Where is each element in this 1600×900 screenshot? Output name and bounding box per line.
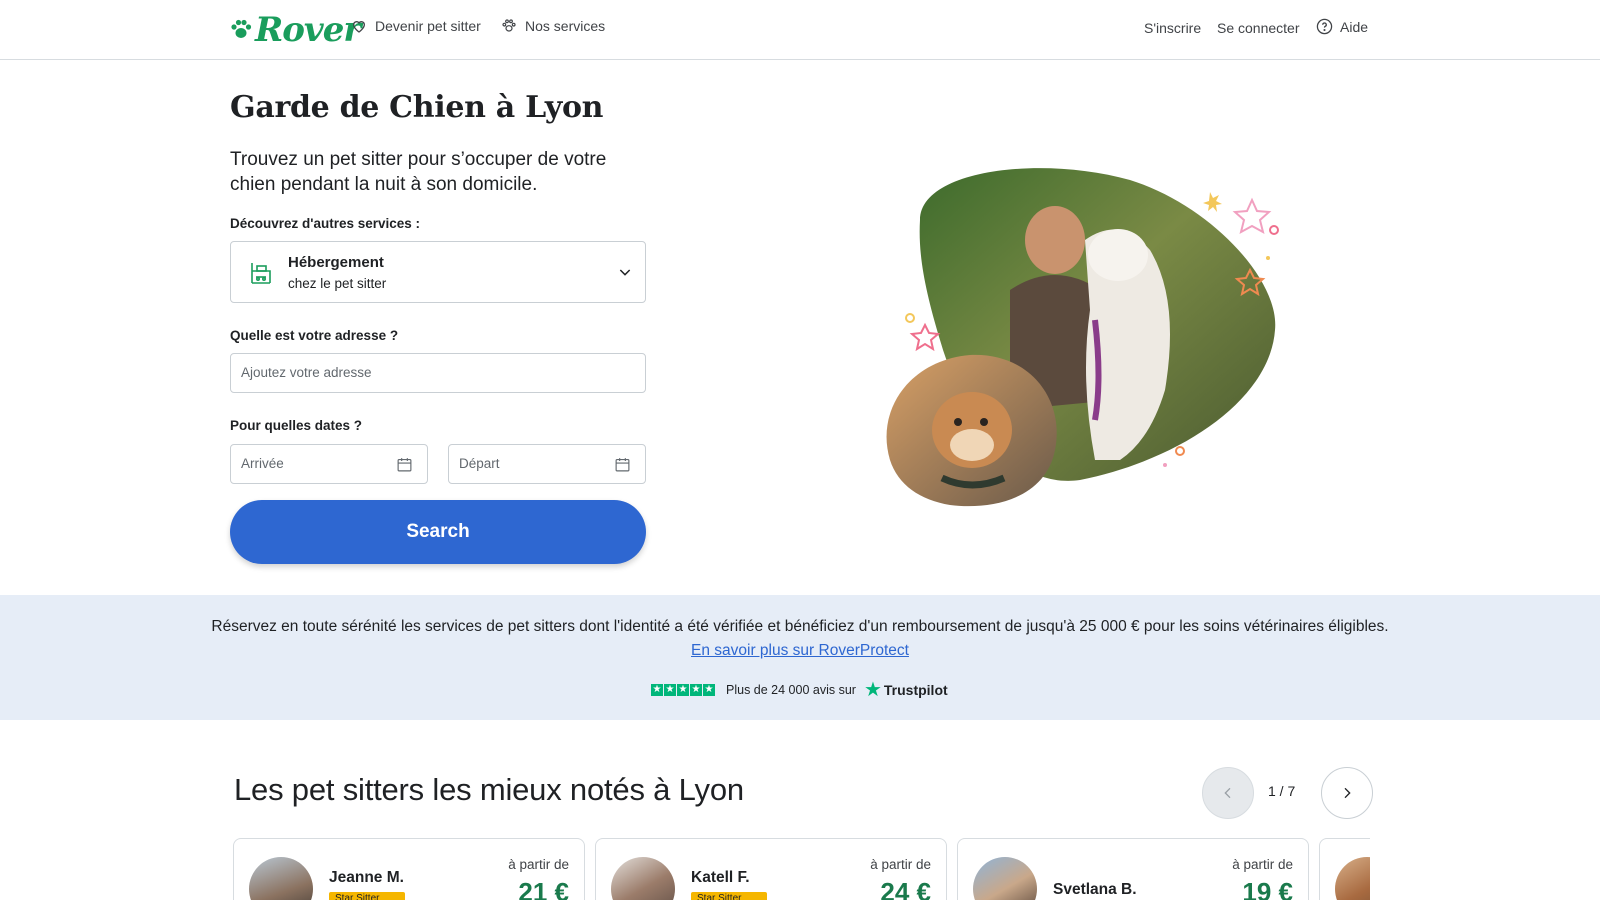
help-icon — [1316, 18, 1333, 35]
login-link[interactable]: Se connecter — [1217, 20, 1300, 36]
paw-icon — [502, 19, 516, 32]
service-name: Hébergement — [288, 254, 384, 271]
signup-link[interactable]: S'inscrire — [1144, 20, 1201, 36]
nav-become-sitter-label: Devenir pet sitter — [375, 18, 481, 34]
carousel-page-indicator: 1 / 7 — [1268, 783, 1296, 799]
chevron-right-icon — [1344, 787, 1351, 799]
sitter-name: Katell F. — [691, 869, 750, 886]
departure-placeholder: Départ — [459, 456, 500, 471]
sitter-card[interactable]: Katell F. Star Sitter à partir de 24 € — [595, 838, 947, 900]
hero-subtitle: Trouvez un pet sitter pour s’occuper de … — [230, 149, 607, 195]
calendar-icon — [397, 458, 412, 472]
star-sitter-badge: Star Sitter — [329, 892, 405, 900]
price-from-label: à partir de — [870, 857, 931, 872]
service-dropdown[interactable]: Hébergement chez le pet sitter — [230, 241, 646, 303]
service-desc: chez le pet sitter — [288, 276, 387, 291]
calendar-icon — [615, 458, 630, 472]
sitter-card[interactable]: Jeanne M. Star Sitter à partir de 21 € — [233, 838, 585, 900]
boarding-icon — [251, 263, 271, 284]
protect-text: Réservez en toute sérénité les services … — [211, 618, 1389, 635]
heart-icon — [352, 21, 366, 33]
price-from-label: à partir de — [1232, 857, 1293, 872]
carousel-next-button[interactable] — [1321, 767, 1373, 819]
sitter-card[interactable]: Svetlana B. à partir de 19 € — [957, 838, 1309, 900]
arrival-date-input[interactable]: Arrivée — [230, 444, 428, 484]
sitter-card[interactable] — [1319, 838, 1370, 900]
services-label: Découvrez d'autres services : — [230, 216, 421, 231]
trustpilot-reviews-text: Plus de 24 000 avis sur — [726, 682, 856, 697]
paw-logo-icon — [231, 19, 252, 38]
avatar — [1335, 857, 1370, 900]
rover-logo[interactable]: Rover — [229, 10, 361, 50]
carousel-prev-button[interactable] — [1202, 767, 1254, 819]
chevron-left-icon — [1224, 787, 1231, 799]
avatar — [973, 857, 1037, 900]
sitter-name: Svetlana B. — [1053, 881, 1137, 898]
rover-protect-banner: Réservez en toute sérénité les services … — [0, 595, 1600, 720]
address-label: Quelle est votre adresse ? — [230, 328, 399, 343]
trustpilot-rating[interactable]: ★ ★ ★ ★ ★ Plus de 24 000 avis sur ★ Trustpil… — [651, 677, 948, 702]
price-from-label: à partir de — [508, 857, 569, 872]
hero-illustration — [886, 168, 1279, 507]
sitter-name: Jeanne M. — [329, 869, 404, 886]
rover-protect-link[interactable]: En savoir plus sur RoverProtect — [691, 642, 909, 659]
avatar — [611, 857, 675, 900]
address-placeholder: Ajoutez votre adresse — [241, 365, 372, 380]
departure-date-input[interactable]: Départ — [448, 444, 646, 484]
address-input[interactable]: Ajoutez votre adresse — [230, 353, 646, 393]
trustpilot-logo: ★ Trustpilot — [864, 677, 948, 702]
trustpilot-star-icon: ★ — [863, 679, 882, 701]
nav-services-label: Nos services — [525, 18, 606, 34]
nav-services[interactable]: Nos services — [501, 18, 605, 34]
sitter-card-clip — [1319, 838, 1370, 900]
trustpilot-brand: Trustpilot — [883, 681, 948, 698]
dates-label: Pour quelles dates ? — [230, 418, 363, 433]
help-link[interactable]: Aide — [1316, 18, 1368, 35]
chevron-down-icon — [619, 269, 631, 276]
protect-text-block: Réservez en toute sérénité les services … — [200, 615, 1400, 663]
sitter-price: 24 € — [880, 877, 931, 900]
nav-become-sitter[interactable]: Devenir pet sitter — [351, 18, 481, 34]
sitters-title: Les pet sitters les mieux notés à Lyon — [234, 772, 744, 807]
help-label: Aide — [1340, 18, 1369, 35]
sitter-price: 19 € — [1242, 877, 1293, 900]
search-button[interactable]: Search — [230, 500, 646, 564]
sitter-price: 21 € — [518, 877, 569, 900]
trustpilot-stars-icon: ★ ★ ★ ★ ★ — [651, 683, 715, 696]
avatar — [249, 857, 313, 900]
page-title: Garde de Chien à Lyon — [230, 90, 604, 125]
logo-text: Rover — [255, 10, 361, 50]
star-sitter-badge: Star Sitter — [691, 892, 767, 900]
top-header: Rover Devenir pet sitter Nos services S'… — [0, 0, 1600, 60]
star-decoration — [1232, 197, 1272, 234]
arrival-placeholder: Arrivée — [241, 456, 284, 471]
